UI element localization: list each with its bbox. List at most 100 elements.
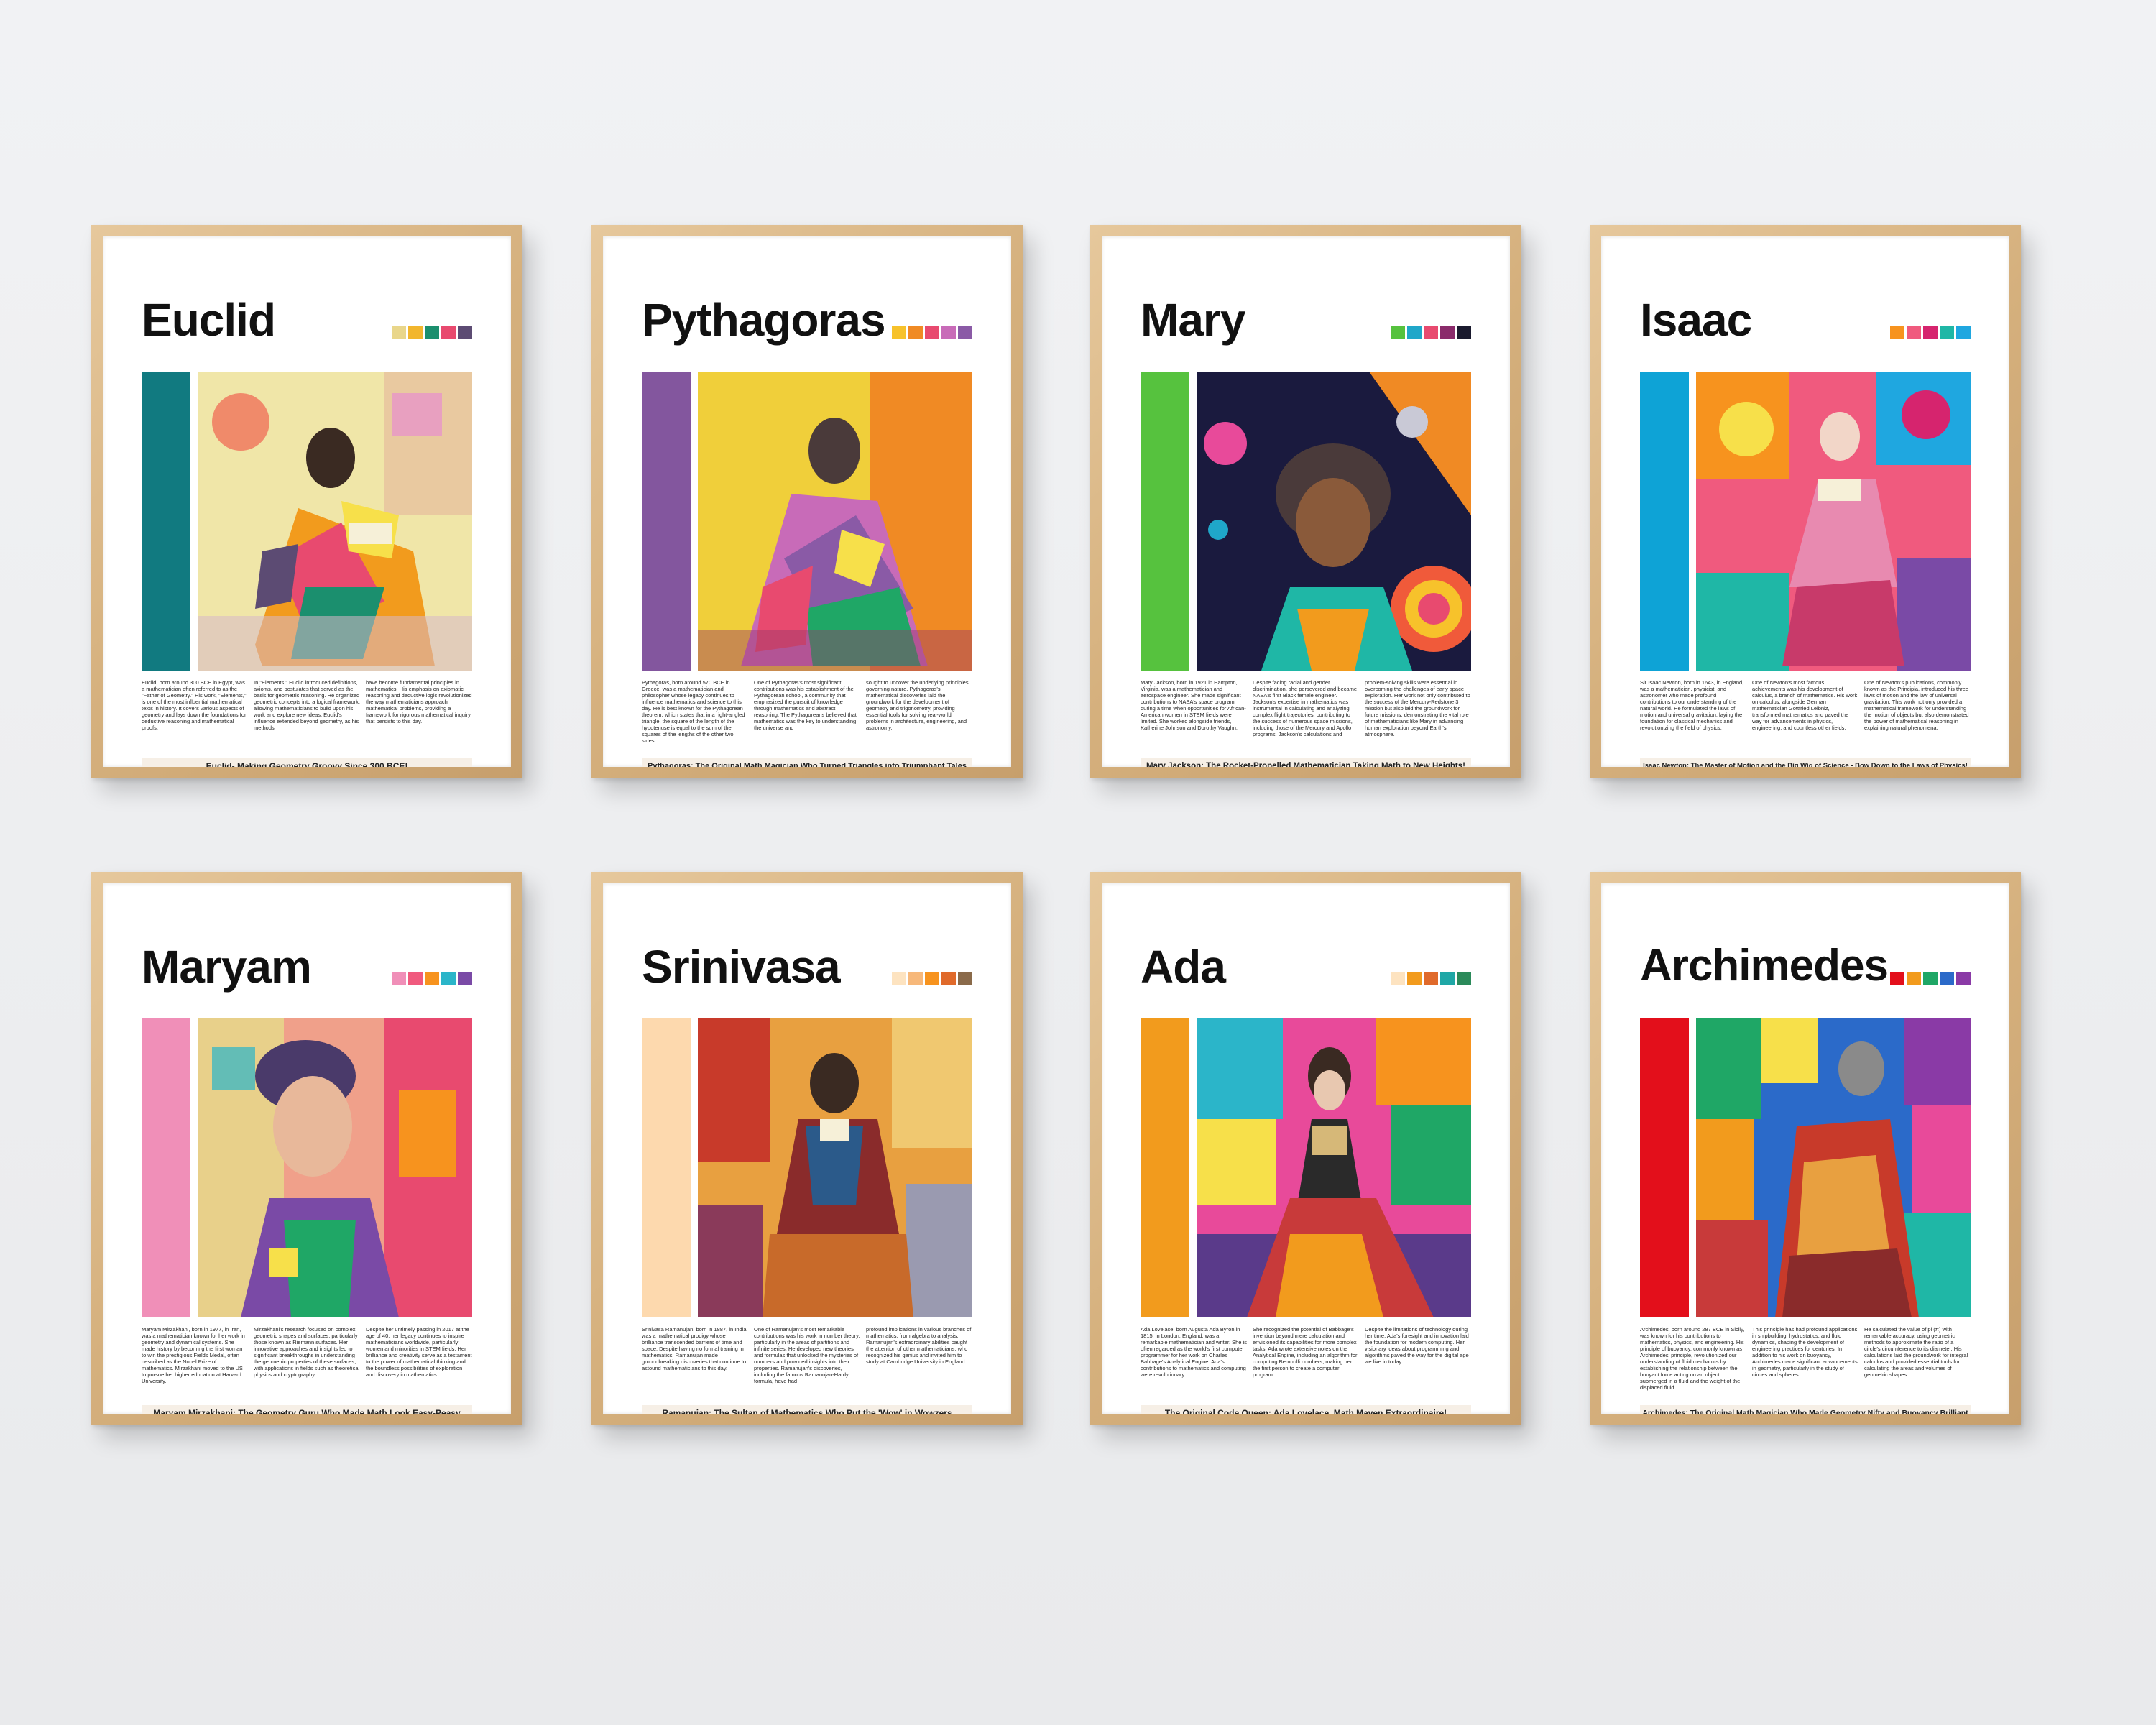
tagline: Euclid- Making Geometry Groovy Since 300… <box>142 758 472 767</box>
bio-text: Mary Jackson, born in 1921 in Hampton, V… <box>1141 679 1471 750</box>
bio-text: Maryam Mirzakhani, born in 1977, in Iran… <box>142 1326 472 1397</box>
color-swatch <box>458 326 472 339</box>
color-swatch <box>425 326 439 339</box>
tagline: Mary Jackson: The Rocket-Propelled Mathe… <box>1141 758 1471 767</box>
poster: Maryam Maryam Mirzakhani, born in 1977, … <box>142 922 472 1414</box>
color-swatch <box>1956 326 1971 339</box>
color-swatch <box>1940 972 1954 985</box>
poster: Euclid Euclid, born around 300 BCE in Eg… <box>142 275 472 767</box>
portrait-artwork <box>1696 1018 1971 1317</box>
portrait-artwork <box>198 1018 472 1317</box>
poster-mat: Mary Mary Jackson, born in 1921 in Hampt… <box>1102 236 1510 767</box>
color-swatch <box>941 972 956 985</box>
color-swatch <box>925 326 939 339</box>
color-swatch <box>458 972 472 985</box>
portrait-artwork <box>1197 372 1471 671</box>
color-swatches <box>892 972 972 985</box>
bio-column: One of Newton's most famous achievements… <box>1752 679 1858 731</box>
portrait-artwork <box>1197 1018 1471 1317</box>
portrait-artwork <box>198 372 472 671</box>
color-swatch <box>1440 972 1455 985</box>
tagline: The Original Code Queen: Ada Lovelace, M… <box>1141 1405 1471 1414</box>
color-swatch <box>1424 326 1438 339</box>
color-sidebar <box>1640 372 1689 671</box>
color-sidebar <box>642 372 691 671</box>
bio-column: One of Pythagoras's most significant con… <box>754 679 857 731</box>
poster-name: Euclid <box>142 294 276 346</box>
color-swatches <box>1391 972 1471 985</box>
bio-column: In "Elements," Euclid introduced definit… <box>254 679 360 731</box>
color-swatch <box>908 972 923 985</box>
bio-column: Despite facing racial and gender discrim… <box>1253 679 1358 737</box>
color-swatch <box>1391 972 1405 985</box>
bio-column: One of Ramanujan's most remarkable contr… <box>754 1326 860 1384</box>
frame-euclid: Euclid Euclid, born around 300 BCE in Eg… <box>91 225 522 778</box>
poster-name: Srinivasa <box>642 941 841 993</box>
poster-mat: Ada Ada Lovelace, born Augusta Ada Byron… <box>1102 883 1510 1414</box>
color-swatch <box>1956 972 1971 985</box>
bio-text: Pythagoras, born around 570 BCE in Greec… <box>642 679 972 750</box>
poster-name: Ada <box>1141 941 1226 993</box>
gallery-wall: Euclid Euclid, born around 300 BCE in Eg… <box>0 0 2156 1725</box>
frame-maryam: Maryam Maryam Mirzakhani, born in 1977, … <box>91 872 522 1425</box>
color-swatch <box>892 326 906 339</box>
color-swatch <box>1457 972 1471 985</box>
portrait-artwork <box>698 1018 972 1317</box>
bio-text: Sir Isaac Newton, born in 1643, in Engla… <box>1640 679 1971 750</box>
bio-column: Despite her untimely passing in 2017 at … <box>366 1326 472 1378</box>
color-swatch <box>925 972 939 985</box>
bio-column: profound implications in various branche… <box>866 1326 972 1365</box>
frame-archimedes: Archimedes Archimedes, born around 287 B… <box>1590 872 2021 1425</box>
color-swatch <box>392 326 406 339</box>
color-swatches <box>1391 326 1471 339</box>
color-swatch <box>441 972 456 985</box>
color-swatch <box>441 326 456 339</box>
bio-column: Mirzakhani's research focused on complex… <box>254 1326 360 1378</box>
color-swatch <box>1923 972 1938 985</box>
bio-column: have become fundamental principles in ma… <box>366 679 472 724</box>
bio-column: sought to uncover the underlying princip… <box>866 679 969 731</box>
tagline: Ramanujan: The Sultan of Mathematics Who… <box>642 1405 972 1414</box>
color-swatches <box>892 326 972 339</box>
bio-column: Euclid, born around 300 BCE in Egypt, wa… <box>142 679 247 731</box>
poster-name: Pythagoras <box>642 294 886 346</box>
poster: Ada Ada Lovelace, born Augusta Ada Byron… <box>1141 922 1471 1414</box>
tagline: Archimedes: The Original Math Magician W… <box>1640 1405 1971 1414</box>
poster-name: Isaac <box>1640 294 1752 346</box>
color-swatch <box>1940 326 1954 339</box>
bio-text: Archimedes, born around 287 BCE in Sicil… <box>1640 1326 1971 1397</box>
color-swatch <box>892 972 906 985</box>
color-swatch <box>1890 972 1904 985</box>
poster-mat: Archimedes Archimedes, born around 287 B… <box>1601 883 2009 1414</box>
color-swatch <box>1923 326 1938 339</box>
bio-column: One of Newton's publications, commonly k… <box>1864 679 1969 731</box>
color-swatch <box>408 972 423 985</box>
color-swatch <box>1407 326 1422 339</box>
bio-text: Srinivasa Ramanujan, born in 1887, in In… <box>642 1326 972 1397</box>
color-swatch <box>408 326 423 339</box>
color-swatch <box>1457 326 1471 339</box>
color-sidebar <box>1141 1018 1189 1317</box>
bio-column: This principle has had profound applicat… <box>1752 1326 1858 1378</box>
color-swatch <box>1907 972 1921 985</box>
color-swatch <box>908 326 923 339</box>
tagline: Maryam Mirzakhani: The Geometry Guru Who… <box>142 1405 472 1414</box>
color-swatch <box>941 326 956 339</box>
color-sidebar <box>1640 1018 1689 1317</box>
bio-column: Sir Isaac Newton, born in 1643, in Engla… <box>1640 679 1744 731</box>
frame-isaac: Isaac Sir Isaac Newton, born in 1643, in… <box>1590 225 2021 778</box>
color-swatch <box>425 972 439 985</box>
poster-name: Maryam <box>142 941 312 993</box>
bio-column: Srinivasa Ramanujan, born in 1887, in In… <box>642 1326 748 1371</box>
tagline: Isaac Newton: The Master of Motion and t… <box>1640 758 1971 767</box>
bio-text: Euclid, born around 300 BCE in Egypt, wa… <box>142 679 472 750</box>
poster: Isaac Sir Isaac Newton, born in 1643, in… <box>1640 275 1971 767</box>
color-sidebar <box>642 1018 691 1317</box>
poster: Archimedes Archimedes, born around 287 B… <box>1640 922 1971 1414</box>
poster-mat: Srinivasa Srinivasa Ramanujan, born in 1… <box>603 883 1011 1414</box>
color-swatch <box>392 972 406 985</box>
color-sidebar <box>142 372 190 671</box>
poster: Srinivasa Srinivasa Ramanujan, born in 1… <box>642 922 972 1414</box>
tagline: Pythagoras: The Original Math Magician W… <box>642 758 972 767</box>
poster: Mary Mary Jackson, born in 1921 in Hampt… <box>1141 275 1471 767</box>
